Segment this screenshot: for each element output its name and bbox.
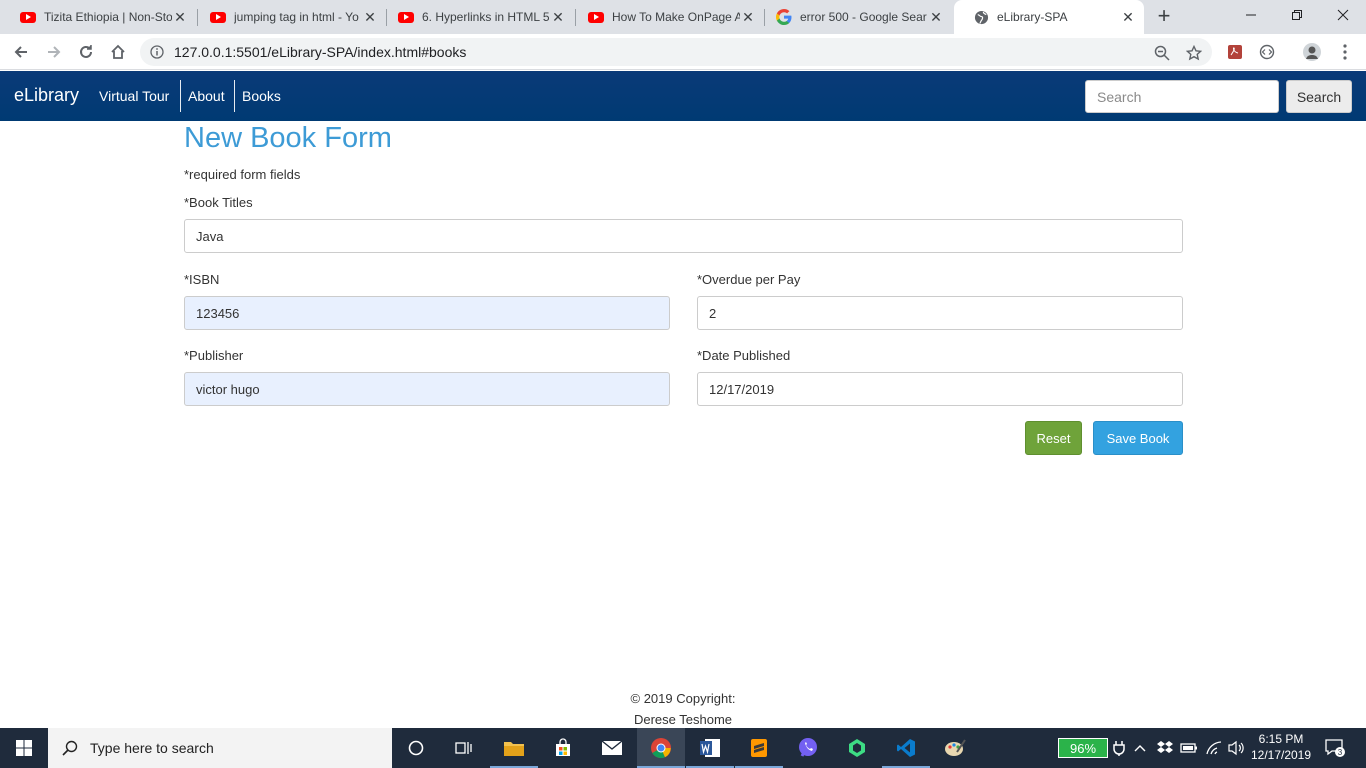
dropbox-icon[interactable] (1156, 728, 1174, 768)
zoom-icon[interactable] (1153, 44, 1171, 62)
sublime-text-icon[interactable] (735, 728, 783, 768)
book-title-field[interactable] (184, 219, 1183, 253)
taskbar-search-placeholder: Type here to search (90, 740, 214, 756)
pdf-extension-icon[interactable] (1223, 40, 1247, 64)
book-title-label: *Book Titles (184, 195, 253, 210)
search-input[interactable] (1085, 80, 1279, 113)
android-studio-icon[interactable] (833, 728, 881, 768)
browser-tab-3[interactable]: 6. Hyperlinks in HTML 5 ✕ (378, 0, 574, 34)
close-tab-icon[interactable]: ✕ (172, 9, 188, 25)
restore-icon[interactable] (1274, 0, 1320, 30)
mail-icon[interactable] (588, 728, 636, 768)
clock-time: 6:15 PM (1258, 732, 1304, 746)
site-navbar: eLibrary Virtual Tour About Books Search (0, 71, 1366, 121)
publisher-field[interactable] (184, 372, 670, 406)
browser-tab-1[interactable]: Tizita Ethiopia | Non-Sto ✕ (0, 0, 196, 34)
windows-start-icon[interactable] (0, 728, 48, 768)
search-icon (62, 740, 78, 756)
windows-taskbar: Type here to search 96% 6:15 PM 12/17/20… (0, 728, 1366, 768)
copyright-text: © 2019 Copyright: (630, 691, 736, 706)
volume-icon[interactable] (1228, 728, 1246, 768)
browser-tab-4[interactable]: How To Make OnPage A ✕ (568, 0, 764, 34)
vscode-icon[interactable] (882, 728, 930, 768)
new-tab-button[interactable]: + (1152, 5, 1176, 29)
google-icon (776, 9, 792, 25)
viber-icon[interactable] (784, 728, 832, 768)
required-note: *required form fields (184, 167, 301, 182)
date-published-field[interactable] (697, 372, 1183, 406)
forward-icon[interactable] (42, 40, 66, 64)
tab-title: How To Make OnPage A (612, 10, 740, 24)
chrome-icon[interactable] (637, 728, 685, 768)
nav-divider (234, 80, 235, 112)
taskbar-clock[interactable]: 6:15 PM 12/17/2019 (1248, 731, 1314, 763)
tab-title: eLibrary-SPA (997, 10, 1068, 24)
youtube-icon (20, 11, 36, 23)
cortana-icon[interactable] (392, 728, 440, 768)
browser-tab-active[interactable]: eLibrary-SPA ✕ (954, 0, 1144, 34)
minimize-icon[interactable] (1228, 0, 1274, 30)
reset-button[interactable]: Reset (1025, 421, 1082, 455)
extension-icon[interactable] (1255, 40, 1279, 64)
home-icon[interactable] (106, 40, 130, 64)
footer: © 2019 Copyright: Derese Teshome (0, 688, 1366, 730)
show-hidden-icons-chevron-icon[interactable] (1134, 728, 1146, 768)
taskbar-search-box[interactable]: Type here to search (48, 728, 392, 768)
browser-tab-strip: Tizita Ethiopia | Non-Sto ✕ jumping tag … (0, 0, 1366, 34)
info-icon[interactable] (150, 45, 164, 59)
browser-tab-2[interactable]: jumping tag in html - Yo ✕ (190, 0, 386, 34)
reload-icon[interactable] (74, 40, 98, 64)
battery-tray-icon[interactable] (1180, 728, 1198, 768)
close-window-icon[interactable] (1320, 0, 1366, 30)
search-button[interactable]: Search (1286, 80, 1352, 113)
tab-title: 6. Hyperlinks in HTML 5 (422, 10, 550, 24)
url-text: 127.0.0.1:5501/eLibrary-SPA/index.html#b… (174, 44, 467, 60)
word-icon[interactable] (686, 728, 734, 768)
battery-indicator[interactable]: 96% (1058, 738, 1108, 758)
overdue-field[interactable] (697, 296, 1183, 330)
power-plug-icon[interactable] (1113, 728, 1125, 768)
close-tab-icon[interactable]: ✕ (740, 9, 756, 25)
profile-avatar-icon[interactable] (1300, 40, 1324, 64)
isbn-field[interactable] (184, 296, 670, 330)
tab-title: jumping tag in html - Yo (234, 10, 359, 24)
back-icon[interactable] (9, 40, 33, 64)
youtube-icon (588, 11, 604, 23)
save-book-button[interactable]: Save Book (1093, 421, 1183, 455)
store-icon[interactable] (539, 728, 587, 768)
close-tab-icon[interactable]: ✕ (1120, 9, 1136, 25)
tab-title: error 500 - Google Sear (800, 10, 927, 24)
overdue-label: *Overdue per Pay (697, 272, 801, 287)
youtube-icon (398, 11, 414, 23)
publisher-label: *Publisher (184, 348, 244, 363)
menu-kebab-icon[interactable] (1333, 40, 1357, 64)
brand-logo[interactable]: eLibrary (14, 85, 79, 106)
clock-date: 12/17/2019 (1250, 748, 1312, 762)
task-view-icon[interactable] (440, 728, 488, 768)
paint-icon[interactable] (931, 728, 979, 768)
browser-tab-5[interactable]: error 500 - Google Sear ✕ (756, 0, 952, 34)
nav-divider (180, 80, 181, 112)
isbn-label: *ISBN (184, 272, 220, 287)
address-bar[interactable]: 127.0.0.1:5501/eLibrary-SPA/index.html#b… (140, 38, 1212, 66)
nav-link-books[interactable]: Books (242, 88, 281, 104)
bookmark-star-icon[interactable] (1185, 44, 1203, 62)
notification-center-icon[interactable]: 3 (1322, 728, 1348, 768)
nav-link-virtual-tour[interactable]: Virtual Tour (99, 88, 169, 104)
globe-icon (974, 10, 989, 24)
date-published-label: *Date Published (697, 348, 791, 363)
youtube-icon (210, 11, 226, 23)
tab-title: Tizita Ethiopia | Non-Sto (44, 10, 172, 24)
notification-count: 3 (1338, 748, 1343, 757)
author-text: Derese Teshome (633, 712, 733, 727)
wifi-icon[interactable] (1206, 728, 1222, 768)
close-tab-icon[interactable]: ✕ (928, 9, 944, 25)
close-tab-icon[interactable]: ✕ (550, 9, 566, 25)
browser-toolbar: 127.0.0.1:5501/eLibrary-SPA/index.html#b… (0, 34, 1366, 70)
nav-link-about[interactable]: About (188, 88, 225, 104)
file-explorer-icon[interactable] (490, 728, 538, 768)
close-tab-icon[interactable]: ✕ (362, 9, 378, 25)
page-title: New Book Form (184, 122, 392, 154)
